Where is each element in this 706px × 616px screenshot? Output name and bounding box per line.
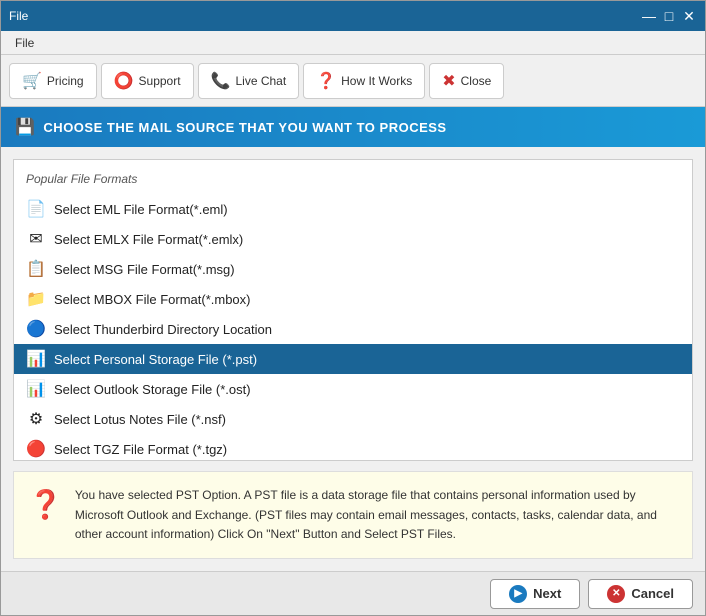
support-label: Support bbox=[139, 74, 181, 88]
question-icon: ❓ bbox=[316, 71, 336, 91]
minimize-button[interactable]: — bbox=[641, 8, 657, 24]
info-icon: ❓ bbox=[28, 488, 63, 521]
title-bar: File — □ ✕ bbox=[1, 1, 705, 31]
file-formats-list: Popular File Formats 📄 Select EML File F… bbox=[13, 159, 693, 461]
toolbar: 🛒 Pricing ⭕ Support 📞 Live Chat ❓ How It… bbox=[1, 55, 705, 107]
ost-icon: 📊 bbox=[26, 379, 46, 399]
format-msg[interactable]: 📋 Select MSG File Format(*.msg) bbox=[14, 254, 692, 284]
tgz-icon: 🔴 bbox=[26, 439, 46, 459]
menu-bar: File bbox=[1, 31, 705, 55]
emlx-icon: ✉ bbox=[26, 229, 46, 249]
main-window: File — □ ✕ File 🛒 Pricing ⭕ Support 📞 Li… bbox=[0, 0, 706, 616]
format-mbox[interactable]: 📁 Select MBOX File Format(*.mbox) bbox=[14, 284, 692, 314]
window-controls: — □ ✕ bbox=[641, 8, 697, 24]
content-area: Popular File Formats 📄 Select EML File F… bbox=[1, 147, 705, 571]
chat-label: Live Chat bbox=[235, 74, 286, 88]
footer: ▶ Next ✕ Cancel bbox=[1, 571, 705, 615]
format-ost[interactable]: 📊 Select Outlook Storage File (*.ost) bbox=[14, 374, 692, 404]
nsf-label: Select Lotus Notes File (*.nsf) bbox=[54, 412, 226, 427]
ost-label: Select Outlook Storage File (*.ost) bbox=[54, 382, 251, 397]
support-button[interactable]: ⭕ Support bbox=[101, 63, 194, 99]
format-tgz[interactable]: 🔴 Select TGZ File Format (*.tgz) bbox=[14, 434, 692, 461]
pst-label: Select Personal Storage File (*.pst) bbox=[54, 352, 257, 367]
nsf-icon: ⚙ bbox=[26, 409, 46, 429]
pricing-icon: 🛒 bbox=[22, 71, 42, 91]
close-x-icon: ✖ bbox=[442, 71, 455, 91]
window-title: File bbox=[9, 9, 28, 23]
menu-file[interactable]: File bbox=[9, 34, 40, 52]
next-label: Next bbox=[533, 586, 561, 601]
tgz-label: Select TGZ File Format (*.tgz) bbox=[54, 442, 227, 457]
thunderbird-label: Select Thunderbird Directory Location bbox=[54, 322, 272, 337]
cancel-icon: ✕ bbox=[607, 585, 625, 603]
mail-source-icon: 💾 bbox=[15, 117, 35, 137]
format-eml[interactable]: 📄 Select EML File Format(*.eml) bbox=[14, 194, 692, 224]
cancel-button[interactable]: ✕ Cancel bbox=[588, 579, 693, 609]
next-icon: ▶ bbox=[509, 585, 527, 603]
format-emlx[interactable]: ✉ Select EMLX File Format(*.emlx) bbox=[14, 224, 692, 254]
cancel-label: Cancel bbox=[631, 586, 674, 601]
eml-label: Select EML File Format(*.eml) bbox=[54, 202, 228, 217]
formats-title: Popular File Formats bbox=[14, 168, 692, 194]
close-button[interactable]: ✕ bbox=[681, 8, 697, 24]
msg-icon: 📋 bbox=[26, 259, 46, 279]
how-it-works-button[interactable]: ❓ How It Works bbox=[303, 63, 425, 99]
format-thunderbird[interactable]: 🔵 Select Thunderbird Directory Location bbox=[14, 314, 692, 344]
pst-icon: 📊 bbox=[26, 349, 46, 369]
format-pst[interactable]: 📊 Select Personal Storage File (*.pst) bbox=[14, 344, 692, 374]
toolbar-close-button[interactable]: ✖ Close bbox=[429, 63, 504, 99]
format-nsf[interactable]: ⚙ Select Lotus Notes File (*.nsf) bbox=[14, 404, 692, 434]
how-label: How It Works bbox=[341, 74, 412, 88]
pricing-label: Pricing bbox=[47, 74, 84, 88]
mbox-label: Select MBOX File Format(*.mbox) bbox=[54, 292, 251, 307]
mbox-icon: 📁 bbox=[26, 289, 46, 309]
eml-icon: 📄 bbox=[26, 199, 46, 219]
maximize-button[interactable]: □ bbox=[661, 8, 677, 24]
chat-button[interactable]: 📞 Live Chat bbox=[198, 63, 300, 99]
msg-label: Select MSG File Format(*.msg) bbox=[54, 262, 235, 277]
pricing-button[interactable]: 🛒 Pricing bbox=[9, 63, 97, 99]
support-icon: ⭕ bbox=[114, 71, 134, 91]
chat-icon: 📞 bbox=[211, 71, 231, 91]
section-header: 💾 CHOOSE THE MAIL SOURCE THAT YOU WANT T… bbox=[1, 107, 705, 147]
emlx-label: Select EMLX File Format(*.emlx) bbox=[54, 232, 243, 247]
info-text: You have selected PST Option. A PST file… bbox=[75, 486, 678, 544]
section-header-text: CHOOSE THE MAIL SOURCE THAT YOU WANT TO … bbox=[43, 120, 446, 135]
close-label: Close bbox=[461, 74, 492, 88]
next-button[interactable]: ▶ Next bbox=[490, 579, 580, 609]
thunderbird-icon: 🔵 bbox=[26, 319, 46, 339]
info-box: ❓ You have selected PST Option. A PST fi… bbox=[13, 471, 693, 559]
